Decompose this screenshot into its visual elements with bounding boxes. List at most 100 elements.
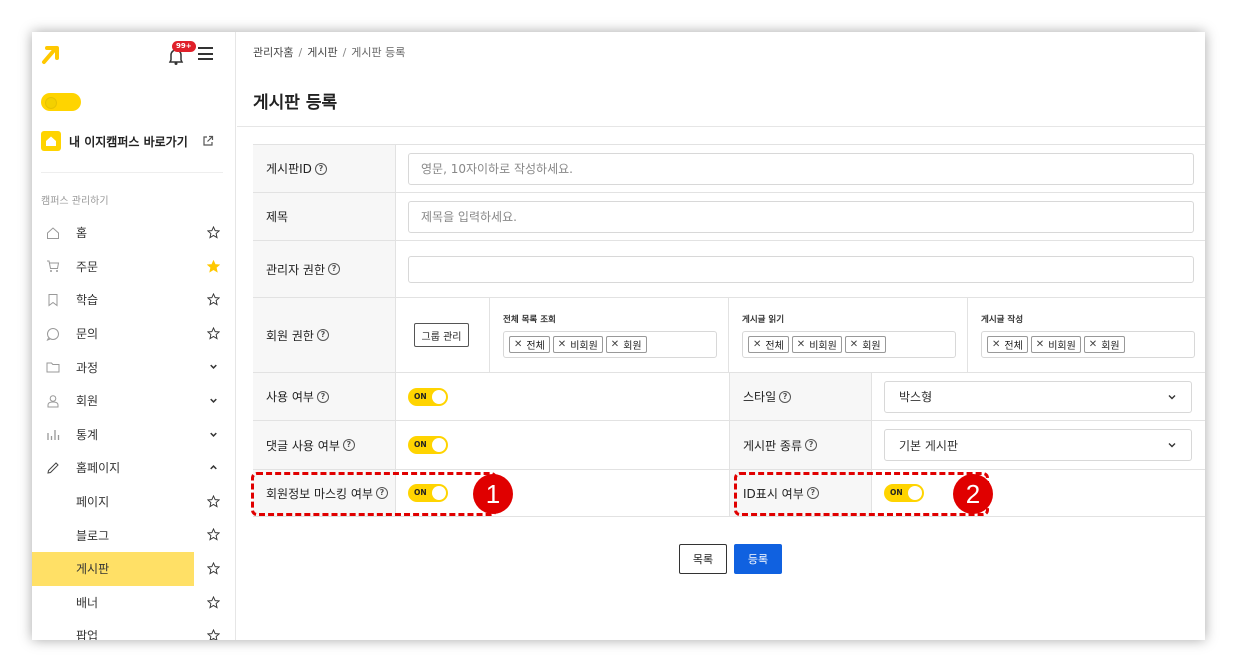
comment-toggle[interactable]: ON [408,436,448,454]
perm-tag[interactable]: ✕ 비회원 [552,336,603,353]
chevron-down-icon[interactable] [207,394,220,407]
sidebar-menu: 홈 주문 학습 문의 과정 회원 통계 홈페이지 페이지 블로그 게시판 배너 … [32,216,236,640]
comment-label: 댓글 사용 여부 [266,438,340,453]
use-style-row: 사용 여부? ON 스타일? 박스형 [253,373,1205,421]
board-type-value-cell: 기본 게시판 [872,421,1205,469]
app-window: 99+ 내 이지캠퍼스 바로가기 캠퍼스 관리하기 홈 주문 학습 문의 과정 … [32,32,1205,640]
help-icon[interactable]: ? [342,439,355,451]
remove-tag-icon[interactable]: ✕ [1089,339,1097,350]
perm-tag[interactable]: ✕ 회원 [844,336,886,353]
sidebar-item-members[interactable]: 회원 [32,384,236,418]
perm-column-list: 전체 목록 조회 ✕ 전체 ✕ 비회원 ✕ 회원 [489,298,717,372]
remove-tag-icon[interactable]: ✕ [1036,339,1044,350]
use-label: 사용 여부 [266,390,314,404]
sidebar-item-label: 회원 [76,394,99,409]
use-toggle[interactable]: ON [408,387,448,406]
remove-tag-icon[interactable]: ✕ [992,339,1000,350]
logo-icon[interactable] [40,42,64,66]
sidebar-item-blog[interactable]: 블로그 [32,518,236,552]
external-link-icon[interactable] [202,135,214,147]
toggle-on-label: ON [414,440,427,449]
help-icon[interactable]: ? [328,263,341,275]
style-half: 스타일? 박스형 [729,373,1205,420]
board-type-select[interactable]: 기본 게시판 [884,429,1192,461]
comment-label-cell: 댓글 사용 여부? [253,421,396,469]
star-outline-icon[interactable] [207,494,220,508]
campus-link[interactable]: 내 이지캠퍼스 바로가기 [41,130,221,152]
breadcrumb-section[interactable]: 게시판 [307,46,337,59]
sidebar-item-stats[interactable]: 통계 [32,418,236,452]
board-id-row: 게시판ID? [253,145,1205,193]
star-outline-icon[interactable] [207,293,220,306]
star-outline-icon[interactable] [207,326,220,340]
perm-tag[interactable]: ✕ 전체 [987,336,1028,353]
sidebar-item-label: 블로그 [76,528,110,543]
remove-tag-icon[interactable]: ✕ [850,339,858,350]
perm-tag-select[interactable]: ✕ 전체 ✕ 비회원 ✕ 회원 [981,331,1195,358]
sidebar-item-page[interactable]: 페이지 [32,485,236,519]
chevron-down-icon[interactable] [207,360,220,373]
perm-tag-select[interactable]: ✕ 전체 ✕ 비회원 ✕ 회원 [742,331,956,358]
help-icon[interactable]: ? [316,390,329,403]
board-id-input[interactable] [408,152,1194,185]
perm-tag[interactable]: ✕ 비회원 [791,336,842,353]
help-icon[interactable]: ? [779,390,792,403]
annotation-box-1 [251,472,497,516]
menu-icon[interactable] [198,47,213,60]
sidebar-item-label: 배너 [76,595,99,610]
sidebar-item-banner[interactable]: 배너 [32,586,236,620]
perm-tag[interactable]: ✕ 회원 [1083,336,1125,353]
member-permission-value-cell: 그룹 관리 전체 목록 조회 ✕ 전체 ✕ 비회원 ✕ 회원 게시글 읽기 ✕ 전체 [396,298,1205,372]
title-input[interactable] [408,200,1194,233]
help-icon[interactable]: ? [316,329,329,341]
chevron-up-icon[interactable] [207,461,220,474]
perm-column-write: 게시글 작성 ✕ 전체 ✕ 비회원 ✕ 회원 [967,298,1195,372]
sidebar-item-inquiry[interactable]: 문의 [32,317,236,351]
perm-tag[interactable]: ✕ 전체 [748,336,789,353]
admin-permission-input[interactable] [408,255,1194,283]
style-value-cell: 박스형 [872,373,1205,420]
sidebar-item-homepage[interactable]: 홈페이지 [32,451,236,485]
sidebar-item-home[interactable]: 홈 [32,216,236,250]
board-type-half: 게시판 종류? 기본 게시판 [729,421,1205,469]
breadcrumb-root[interactable]: 관리자홈 [253,46,293,59]
perm-tag[interactable]: ✕ 전체 [509,336,550,353]
remove-tag-icon[interactable]: ✕ [753,339,761,350]
sidebar-item-learning[interactable]: 학습 [32,283,236,317]
sidebar-divider [41,172,223,173]
star-outline-icon[interactable] [207,595,220,609]
breadcrumb: 관리자홈 / 게시판 / 게시판 등록 [253,44,405,60]
chevron-down-icon[interactable] [207,428,220,441]
group-manage-button[interactable]: 그룹 관리 [414,323,469,347]
board-type-label: 게시판 종류 [743,438,803,453]
star-outline-icon[interactable] [207,561,220,575]
star-outline-icon[interactable] [207,629,220,640]
submit-button[interactable]: 등록 [734,544,782,574]
sidebar-item-board[interactable]: 게시판 [32,551,220,586]
star-filled-icon[interactable] [207,259,220,273]
chat-icon [46,327,59,341]
sidebar-item-popup[interactable]: 팝업 [32,619,236,640]
perm-tag-select[interactable]: ✕ 전체 ✕ 비회원 ✕ 회원 [503,331,717,358]
star-outline-icon[interactable] [207,528,220,541]
perm-tag[interactable]: ✕ 회원 [605,336,647,353]
style-select[interactable]: 박스형 [884,380,1192,413]
remove-tag-icon[interactable]: ✕ [611,339,619,350]
style-label: 스타일 [743,390,777,404]
help-icon[interactable]: ? [314,162,327,175]
remove-tag-icon[interactable]: ✕ [797,339,805,350]
perm-column-title: 전체 목록 조회 [503,315,556,325]
star-outline-icon[interactable] [207,226,220,239]
annotation-box-2 [734,472,989,516]
admin-permission-label-cell: 관리자 권한? [253,241,396,297]
remove-tag-icon[interactable]: ✕ [558,339,566,350]
perm-tag[interactable]: ✕ 비회원 [1030,336,1081,353]
breadcrumb-separator: / [298,46,303,59]
remove-tag-icon[interactable]: ✕ [514,339,522,350]
theme-toggle[interactable] [41,93,81,111]
sidebar-item-courses[interactable]: 과정 [32,350,236,384]
sidebar-item-orders[interactable]: 주문 [32,250,236,284]
help-icon[interactable]: ? [805,439,818,451]
list-button[interactable]: 목록 [679,544,727,574]
style-select-value: 박스형 [899,390,933,404]
